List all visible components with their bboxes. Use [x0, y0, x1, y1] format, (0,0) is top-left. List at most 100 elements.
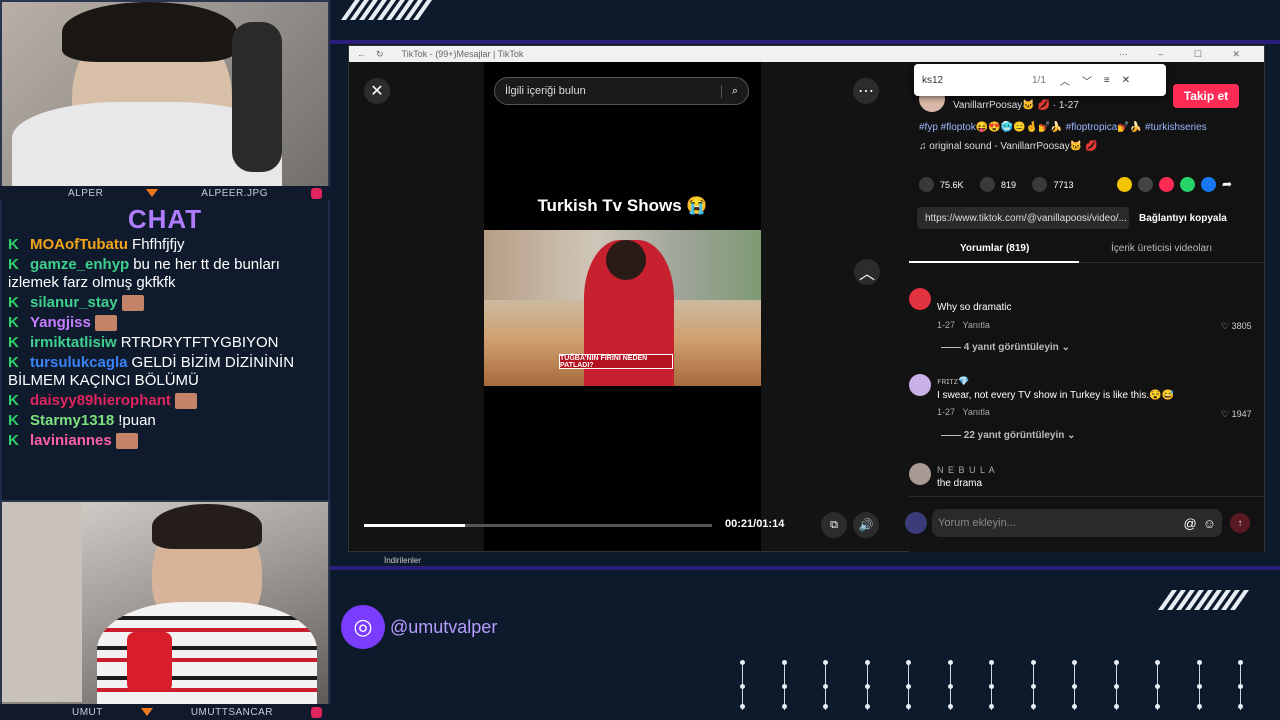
decor-dot — [1030, 684, 1036, 689]
chat-username[interactable]: Starmy1318 — [30, 412, 114, 429]
video-progress-bar[interactable] — [364, 524, 712, 527]
volume-icon[interactable]: 🔊 — [853, 512, 879, 538]
decor-dot — [947, 684, 953, 689]
headphones — [232, 22, 282, 172]
kick-badge-icon: K — [8, 432, 19, 449]
view-replies-label: 4 yanıt görüntüleyin — [963, 342, 1059, 353]
triangle-icon — [140, 708, 153, 716]
find-count: 1/1 — [1032, 74, 1046, 86]
back-icon[interactable]: ← — [357, 49, 366, 59]
decor-dot — [864, 660, 870, 665]
chat-username[interactable]: gamze_enhyp — [30, 256, 129, 273]
decor-dot — [823, 684, 828, 689]
comment-text: I swear, not every TV show in Turkey is … — [937, 390, 1175, 401]
mention-icon[interactable]: @ — [1184, 516, 1197, 531]
view-replies[interactable]: —— 4 yanıt görüntüleyin ⌄ — [941, 342, 1070, 353]
comment-meta: 1-27 Yanıtla — [937, 407, 990, 417]
chat-username[interactable]: silanur_stay — [30, 294, 118, 311]
streamer-hair — [62, 2, 237, 62]
reply-link[interactable]: Yanıtla — [963, 320, 990, 330]
video-frame: TUĞBA'NIN FIRINI NEDEN PATLADI? — [484, 230, 761, 386]
close-icon[interactable]: ✕ — [364, 78, 390, 104]
presenter-hair — [606, 240, 646, 280]
facebook-icon[interactable] — [1201, 177, 1216, 192]
decor-dot — [781, 660, 787, 665]
comment-input[interactable]: Yorum ekleyin... @ ☺ — [932, 509, 1222, 537]
top-divider — [330, 40, 1280, 44]
sound-row[interactable]: ♫ original sound - VanillarrPoosay🐱 💋 — [919, 141, 1097, 152]
search-icon[interactable]: ⌕ — [720, 84, 748, 98]
comment-likes[interactable]: ♡ 3805 — [1221, 321, 1252, 332]
tab-comments[interactable]: Yorumlar (819) — [960, 243, 1029, 254]
chat-username[interactable]: tursulukcagla — [30, 354, 128, 371]
pip-icon[interactable]: ⧉ — [821, 512, 847, 538]
tab-creator-videos[interactable]: İçerik üreticisi videoları — [1111, 243, 1212, 254]
chat-username[interactable]: laviniannes — [30, 432, 112, 449]
comment-like-count: 3805 — [1231, 321, 1252, 331]
decor-dot — [1113, 660, 1119, 665]
decor-dot — [740, 684, 745, 689]
kick-badge-icon: K — [8, 354, 19, 371]
window-controls[interactable]: ⋯ – ☐ ✕ — [1119, 49, 1254, 60]
embed-icon[interactable] — [1138, 177, 1153, 192]
comment-like-count: 1947 — [1231, 409, 1252, 419]
decor-dot — [740, 704, 745, 709]
cam-top-name: ALPER — [68, 187, 104, 199]
decor-dot — [864, 704, 870, 709]
comment-stat[interactable]: 819 — [979, 177, 1016, 192]
chevron-up-icon[interactable]: ︿ — [854, 259, 880, 285]
coin-share-icon[interactable] — [1117, 177, 1132, 192]
related-search-input[interactable]: İlgili içeriği bulun ⌕ — [494, 77, 749, 105]
comment-likes[interactable]: ♡ 1947 — [1221, 409, 1252, 420]
decor-dot — [906, 660, 911, 665]
browser-title: TikTok - (99+)Mesajlar | TikTok — [401, 49, 524, 59]
chat-message: K Starmy1318 !puan — [2, 411, 328, 431]
cam-top-bar: ALPER ALPEER.JPG — [0, 186, 330, 200]
comment-avatar[interactable] — [909, 463, 931, 485]
decor-dot — [1238, 684, 1243, 689]
decor-dot — [823, 704, 828, 709]
comment-author[interactable]: N E B U L A — [937, 465, 996, 475]
find-options-icon[interactable]: ≡ — [1104, 75, 1110, 86]
chat-username[interactable]: MOAofTubatu — [30, 236, 128, 253]
more-icon[interactable]: ⋯ — [853, 78, 879, 104]
view-replies[interactable]: —— 22 yanıt görüntüleyin ⌄ — [941, 430, 1076, 441]
chat-username[interactable]: Yangjiss — [30, 314, 91, 331]
find-input[interactable]: ks12 — [922, 75, 1032, 86]
decor-dot — [1072, 704, 1077, 709]
chat-username[interactable]: irmiktatlisiw — [30, 334, 117, 351]
follow-button[interactable]: Takip et — [1173, 84, 1239, 108]
chat-panel: CHAT K MOAofTubatu Fhfhfjfjy Kgamze_enhyp bu… — [0, 200, 330, 500]
reply-link[interactable]: Yanıtla — [963, 407, 990, 417]
stripes-decoration — [1157, 590, 1250, 610]
chat-emote — [115, 433, 138, 450]
find-prev-icon[interactable]: ︿ — [1060, 73, 1070, 88]
social-handle: @umutvalper — [390, 617, 498, 637]
like-count: 75.6K — [940, 179, 964, 190]
stats-row: 75.6K 819 7713 — [919, 177, 1086, 197]
instagram-icon — [310, 706, 322, 718]
copy-link-button[interactable]: Bağlantıyı kopyala — [1139, 207, 1227, 229]
video-url-field[interactable]: https://www.tiktok.com/@vanillapoosi/vid… — [917, 207, 1129, 229]
find-next-icon[interactable]: ﹀ — [1082, 73, 1092, 88]
comment-avatar[interactable] — [909, 288, 931, 310]
find-close-icon[interactable]: ✕ — [1122, 75, 1130, 86]
send-icon[interactable]: ↑ — [1230, 513, 1250, 533]
chat-message: Kgamze_enhyp bu ne her tt de bunları izle… — [2, 255, 328, 293]
reload-icon[interactable]: ↻ — [376, 49, 384, 60]
streamer-hair — [152, 504, 262, 549]
comment-avatar[interactable] — [909, 374, 931, 396]
send-to-friends-icon[interactable] — [1159, 177, 1174, 192]
chat-username[interactable]: daisyy89hierophant — [30, 392, 171, 409]
whatsapp-icon[interactable] — [1180, 177, 1195, 192]
share-icon[interactable]: ➦ — [1222, 177, 1232, 192]
like-stat[interactable]: 75.6K — [919, 177, 964, 192]
comment-author[interactable]: ꜰʀɪᴛᴢ💎 — [937, 376, 969, 387]
hashtags[interactable]: #fyp #floptok😝😍🥶😑🤞💅🍌 #floptropica💅🍌 #tur… — [919, 122, 1207, 133]
author-name[interactable]: VanillarrPoosay🐱 💋 · 1-27 — [953, 100, 1079, 111]
save-stat[interactable]: 7713 — [1032, 177, 1074, 192]
comment-placeholder: Yorum ekleyin... — [938, 517, 1016, 529]
decor-dot — [1155, 704, 1160, 709]
downloads-label[interactable]: İndirilenler — [384, 556, 421, 565]
emoji-icon[interactable]: ☺ — [1203, 516, 1216, 531]
